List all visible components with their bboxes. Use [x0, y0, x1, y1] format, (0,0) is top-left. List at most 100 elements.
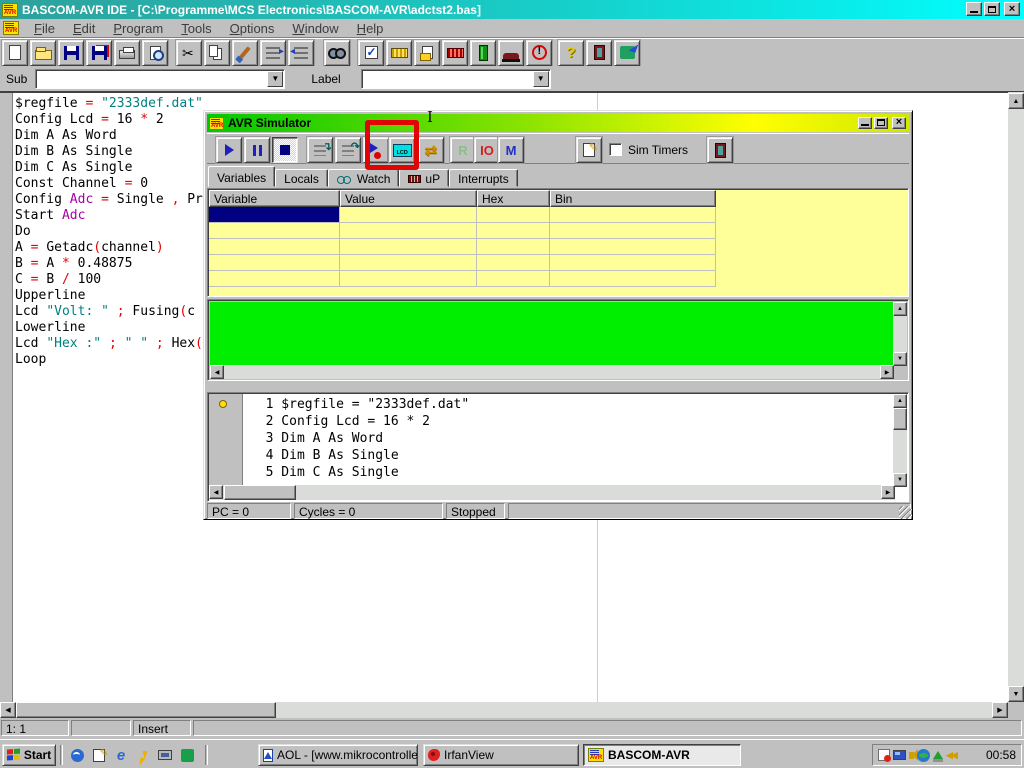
chevron-down-icon[interactable]: ▼ — [532, 70, 549, 87]
label-combobox[interactable]: ▼ — [360, 68, 551, 89]
programmer-button[interactable] — [498, 39, 524, 66]
lcd-designer-button[interactable] — [470, 39, 496, 66]
update-icon[interactable] — [933, 751, 943, 762]
table-cell[interactable] — [209, 223, 340, 239]
close-button[interactable]: × — [1004, 2, 1020, 16]
scroll-left-icon[interactable]: ◀ — [210, 365, 224, 379]
exit-simulator-button[interactable] — [707, 137, 733, 163]
wizard-button[interactable] — [614, 39, 640, 66]
table-cell[interactable] — [477, 239, 550, 255]
task-bascom[interactable]: BASCOM-AVR — [583, 744, 741, 766]
table-cell[interactable] — [550, 207, 716, 223]
scroll-down-icon[interactable]: ▼ — [893, 352, 907, 366]
lcd-display-area[interactable] — [210, 302, 894, 366]
exit-button[interactable] — [586, 39, 612, 66]
network-icon[interactable] — [917, 748, 930, 762]
simulator-titlebar[interactable]: AVR Simulator × — [207, 114, 909, 132]
desktop-quicklaunch-button[interactable] — [90, 747, 108, 763]
help-button[interactable] — [558, 39, 584, 66]
task-aol[interactable]: AOL - [www.mikrocontrolle... — [258, 744, 418, 766]
tab-up[interactable]: uP — [399, 169, 450, 187]
sim-close-button[interactable]: × — [892, 116, 906, 129]
table-cell[interactable] — [209, 255, 340, 271]
save-file-button[interactable] — [58, 39, 84, 66]
table-cell[interactable] — [340, 255, 477, 271]
start-button[interactable]: Start — [2, 744, 56, 766]
source-listing-pane[interactable]: 1 $regfile = "2333def.dat" 2 Config Lcd … — [207, 392, 909, 502]
show-io-button[interactable]: IO — [474, 137, 500, 163]
menu-window[interactable]: Window — [283, 19, 347, 38]
scroll-left-icon[interactable]: ◀ — [0, 702, 16, 718]
step-over-button[interactable] — [335, 137, 361, 163]
new-file-button[interactable] — [2, 39, 28, 66]
save-as-button[interactable] — [86, 39, 112, 66]
resize-grip[interactable] — [899, 506, 912, 519]
table-cell[interactable] — [340, 271, 477, 287]
menu-tools[interactable]: Tools — [172, 19, 220, 38]
editor-vertical-scrollbar[interactable]: ▲ ▼ — [1008, 92, 1024, 702]
media-controls-icon[interactable]: ◀◀ — [946, 750, 958, 761]
scroll-left-icon[interactable]: ◀ — [209, 485, 223, 499]
document-icon[interactable] — [3, 21, 19, 35]
table-cell[interactable] — [477, 207, 550, 223]
sim-timers-checkbox[interactable] — [609, 143, 622, 156]
scheduler-icon[interactable] — [878, 749, 891, 762]
green-app-quicklaunch-button[interactable] — [178, 747, 196, 763]
scroll-right-icon[interactable]: ▶ — [992, 702, 1008, 718]
minimize-button[interactable] — [966, 2, 982, 16]
tab-variables[interactable]: Variables — [208, 166, 276, 187]
menu-file[interactable]: File — [25, 19, 64, 38]
format-brush-button[interactable] — [232, 39, 258, 66]
chevron-down-icon[interactable]: ▼ — [267, 70, 284, 87]
print-preview-button[interactable] — [142, 39, 168, 66]
table-cell[interactable] — [209, 271, 340, 287]
listing-vertical-scrollbar[interactable]: ▲ ▼ — [893, 394, 907, 487]
listing-horizontal-scrollbar[interactable]: ◀ ▶ — [209, 485, 895, 500]
compile-chip-button[interactable] — [386, 39, 412, 66]
audio-icon[interactable] — [909, 748, 918, 761]
syntax-check-button[interactable] — [358, 39, 384, 66]
column-header-hex[interactable]: Hex — [477, 190, 550, 207]
system-quicklaunch-button[interactable] — [156, 747, 174, 763]
sim-restore-button[interactable] — [874, 117, 888, 129]
tab-locals[interactable]: Locals — [275, 169, 328, 187]
scroll-down-icon[interactable]: ▼ — [893, 473, 907, 487]
scroll-up-icon[interactable]: ▲ — [893, 302, 907, 316]
table-cell[interactable] — [550, 223, 716, 239]
indent-button[interactable] — [260, 39, 286, 66]
editor-horizontal-scrollbar[interactable]: ◀ ▶ — [0, 702, 1008, 718]
scrollbar-thumb[interactable] — [893, 408, 907, 430]
copy-button[interactable] — [204, 39, 230, 66]
scroll-right-icon[interactable]: ▶ — [880, 365, 894, 379]
scroll-up-icon[interactable]: ▲ — [1008, 93, 1024, 109]
winamp-quicklaunch-button[interactable] — [134, 747, 152, 763]
task-irfan[interactable]: IrfanView — [423, 744, 579, 766]
lcd-vertical-scrollbar[interactable]: ▲ ▼ — [893, 302, 907, 366]
pause-button[interactable] — [244, 137, 270, 163]
show-memory-button[interactable]: M — [498, 137, 524, 163]
scroll-up-icon[interactable]: ▲ — [893, 394, 907, 408]
table-cell[interactable] — [477, 223, 550, 239]
scrollbar-thumb[interactable] — [224, 485, 296, 500]
table-cell[interactable] — [209, 239, 340, 255]
step-into-button[interactable] — [307, 137, 333, 163]
table-cell[interactable] — [340, 223, 477, 239]
scroll-right-icon[interactable]: ▶ — [881, 485, 895, 499]
table-cell[interactable] — [340, 207, 477, 223]
stop-program-button[interactable] — [526, 39, 552, 66]
tab-watch[interactable]: Watch — [327, 169, 400, 187]
menu-edit[interactable]: Edit — [64, 19, 104, 38]
table-cell[interactable] — [477, 255, 550, 271]
table-cell[interactable] — [340, 239, 477, 255]
column-header-bin[interactable]: Bin — [550, 190, 716, 207]
menu-program[interactable]: Program — [104, 19, 172, 38]
table-cell[interactable] — [550, 239, 716, 255]
show-source-button[interactable] — [576, 137, 602, 163]
display-icon[interactable] — [893, 750, 906, 760]
table-cell[interactable] — [550, 255, 716, 271]
scrollbar-thumb[interactable] — [16, 702, 276, 718]
avr-simulator-window[interactable]: AVR Simulator × LCD R IO M Sim Timers Va… — [203, 110, 913, 520]
channels-quicklaunch-button[interactable] — [68, 747, 86, 763]
column-header-variable[interactable]: Variable — [209, 190, 340, 207]
simulate-chip-button[interactable] — [442, 39, 468, 66]
